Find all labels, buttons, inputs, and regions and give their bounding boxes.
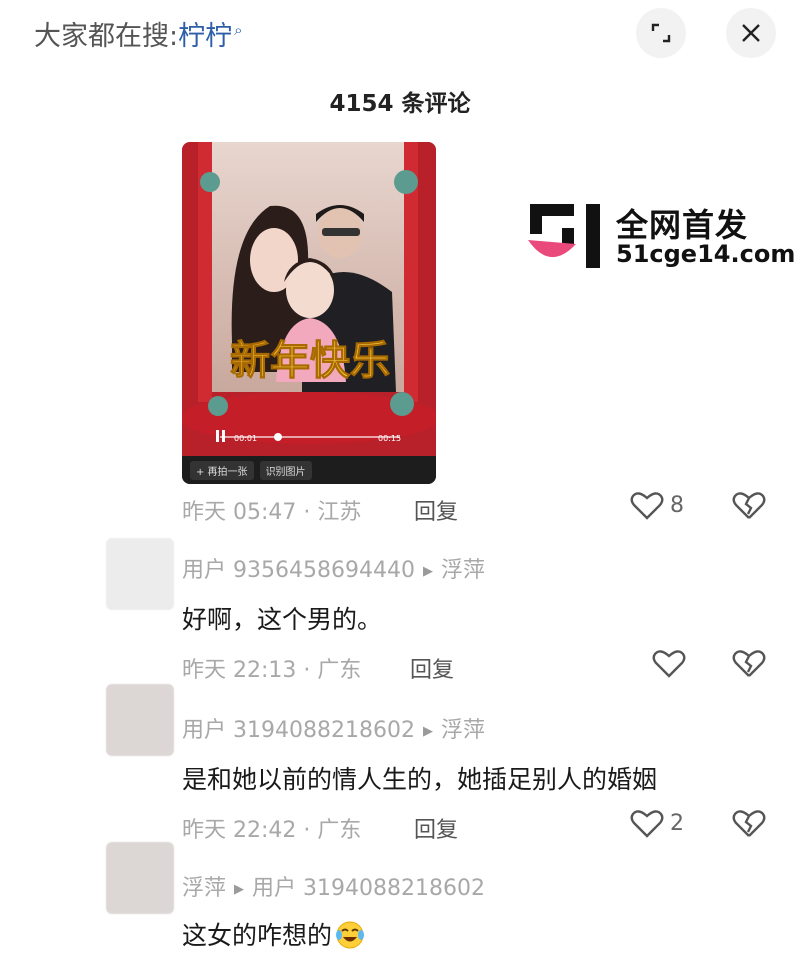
comment-meta: 昨天 22:42 · 广东 回复 2 — [182, 808, 782, 844]
avatar[interactable] — [106, 538, 174, 610]
new-year-banner: 新年快乐 — [230, 337, 390, 384]
crying-laughing-emoji-icon — [336, 921, 365, 949]
heart-icon — [630, 492, 664, 520]
search-prefix: 大家都在搜: — [34, 21, 179, 52]
comment-text: 好啊，这个男的。 — [182, 605, 383, 634]
avatar[interactable] — [106, 684, 174, 756]
reply-arrow-icon: ▶ — [422, 564, 433, 579]
reply-to-user[interactable]: 浮萍 — [441, 558, 485, 583]
close-button[interactable] — [726, 8, 776, 58]
comment-count: 4154 条评论 — [329, 91, 471, 117]
identify-image-chip[interactable]: 识别图片 — [259, 460, 312, 480]
avatar[interactable] — [106, 842, 174, 914]
reply-arrow-icon: ▶ — [234, 882, 245, 897]
pause-icon[interactable] — [216, 430, 219, 442]
close-icon — [742, 24, 760, 42]
broken-heart-icon — [732, 810, 766, 837]
like-button[interactable]: 8 — [630, 490, 684, 520]
username[interactable]: 浮萍 — [182, 876, 226, 901]
comment-meta: 昨天 22:13 · 广东 回复 — [182, 648, 782, 684]
broken-heart-icon — [732, 492, 766, 519]
username[interactable]: 用户 3194088218602 — [182, 718, 415, 743]
like-button[interactable]: 2 — [630, 808, 684, 838]
comment-text: 这女的咋想的 — [182, 916, 366, 952]
dislike-button[interactable] — [732, 648, 766, 684]
comment-user-line: 用户 3194088218602 ▶ 浮萍 — [182, 712, 485, 744]
comment-text-body: 这女的咋想的 — [182, 921, 333, 950]
comment-time: 昨天 22:13 · 广东 — [182, 658, 362, 683]
top-bar: 大家都在搜:柠柠 ⌕ — [0, 0, 800, 70]
search-icon: ⌕ — [234, 21, 243, 39]
reply-button[interactable]: 回复 — [410, 652, 454, 684]
search-suggestion[interactable]: 大家都在搜:柠柠 ⌕ — [34, 14, 243, 53]
retake-chip[interactable]: + 再拍一张 — [190, 460, 254, 480]
like-count: 2 — [670, 810, 684, 836]
watermark-mark — [528, 204, 600, 268]
watermark-logo: 全网首发 51cge14.com — [526, 200, 795, 272]
like-count: 8 — [670, 492, 684, 518]
comment-time: 昨天 05:47 · 江苏 — [182, 500, 362, 525]
comment-meta: 昨天 05:47 · 江苏 回复 8 — [182, 490, 782, 526]
dislike-button[interactable] — [732, 490, 766, 526]
video-card[interactable]: 新年快乐 00:01 00:15 + 再拍一张 识别图片 — [182, 142, 436, 484]
dislike-button[interactable] — [732, 808, 766, 844]
reply-button[interactable]: 回复 — [414, 812, 458, 844]
heart-icon — [652, 650, 686, 678]
video-toolbar: + 再拍一张 识别图片 — [182, 456, 436, 484]
comment-user-line: 浮萍 ▶ 用户 3194088218602 — [182, 870, 485, 902]
comment-time: 昨天 22:42 · 广东 — [182, 818, 362, 843]
username[interactable]: 用户 9356458694440 — [182, 558, 415, 583]
watermark-url: 51cge14.com — [616, 240, 796, 268]
comment-user-line: 用户 9356458694440 ▶ 浮萍 — [182, 552, 485, 584]
time-total: 00:15 — [378, 434, 401, 443]
reply-button[interactable]: 回复 — [414, 494, 458, 526]
comment-text: 是和她以前的情人生的，她插足别人的婚姻 — [182, 765, 658, 794]
expand-button[interactable] — [636, 8, 686, 58]
like-button[interactable] — [652, 648, 692, 678]
expand-icon — [651, 23, 671, 43]
reply-to-user[interactable]: 用户 3194088218602 — [252, 876, 485, 901]
video-thumbnail: 新年快乐 00:01 00:15 — [182, 142, 436, 456]
time-elapsed: 00:01 — [234, 434, 257, 443]
search-keyword[interactable]: 柠柠 — [178, 21, 232, 52]
reply-to-user[interactable]: 浮萍 — [441, 718, 485, 743]
heart-icon — [630, 810, 664, 838]
reply-arrow-icon: ▶ — [422, 724, 433, 739]
broken-heart-icon — [732, 650, 766, 677]
